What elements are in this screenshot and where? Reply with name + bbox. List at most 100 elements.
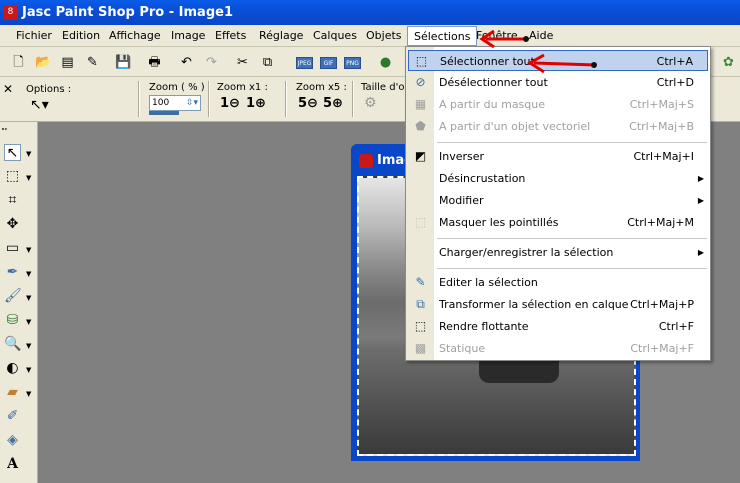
submenu-arrow-icon: ▶ <box>697 196 704 205</box>
jpeg-export-icon[interactable]: JPEG <box>296 57 313 69</box>
menu-item-modify[interactable]: Modifier ▶ <box>408 190 708 211</box>
edit-selection-icon: ✎ <box>415 275 426 289</box>
chevron-down-icon[interactable]: ▼ <box>26 246 31 254</box>
move-tool-icon[interactable]: ✥ <box>4 216 21 233</box>
zoom-in-5-icon[interactable]: 5⊕ <box>323 96 343 111</box>
undo-icon[interactable]: ↶ <box>178 54 195 71</box>
chevron-down-icon[interactable]: ▼ <box>26 294 31 302</box>
from-vector-icon: ⬟ <box>415 119 426 133</box>
dodge-tool-icon[interactable]: ◐ <box>4 360 21 377</box>
menu-affichage[interactable]: Affichage <box>109 29 161 42</box>
selection-tool-icon[interactable]: ▭ <box>4 240 21 257</box>
app-icon: 8 <box>3 5 18 20</box>
scanner-icon[interactable]: ✎ <box>84 54 101 71</box>
menu-reglage[interactable]: Réglage <box>259 29 303 42</box>
gif-export-icon[interactable]: GIF <box>320 57 337 69</box>
menu-item-from-mask[interactable]: ▦ A partir du masque Ctrl+Maj+S <box>408 94 708 115</box>
paint-brush-icon[interactable]: 🖌 <box>4 288 22 305</box>
plugin-icon[interactable]: ✿ <box>720 54 737 71</box>
window-title: Jasc Paint Shop Pro - Image1 <box>22 5 234 20</box>
picture-tube-icon[interactable]: ✐ <box>4 408 21 425</box>
png-export-icon[interactable]: PNG <box>344 57 361 69</box>
pointer-preset-icon[interactable]: ↖▾ <box>30 97 49 113</box>
deselect-icon: ⊘ <box>415 75 426 89</box>
clone-tool-icon[interactable]: ⛁ <box>4 312 21 329</box>
zoom-spinner-icon[interactable]: ⇳▾ <box>186 96 198 110</box>
menu-item-float[interactable]: ⬚ Rendre flottante Ctrl+F <box>408 316 708 337</box>
zoom-in-1-icon[interactable]: 1⊕ <box>246 96 266 111</box>
menu-separator <box>437 142 707 143</box>
save-icon[interactable]: 💾 <box>115 54 132 71</box>
selections-dropdown: ⬚ Sélectionner tout Ctrl+A ⊘ Désélectionner… <box>405 46 711 361</box>
menu-aide[interactable]: Aide <box>529 29 553 42</box>
zoom-out-1-icon[interactable]: 1⊖ <box>220 96 240 111</box>
marquee-tool-icon[interactable]: ⬚ <box>4 168 21 185</box>
red-arrow-annotation <box>479 29 529 49</box>
divider <box>352 81 354 117</box>
copy-icon[interactable]: ⧉ <box>259 54 276 71</box>
menu-item-load-save[interactable]: Charger/enregistrer la sélection ▶ <box>408 242 708 263</box>
menu-item-from-vector[interactable]: ⬟ A partir d'un objet vectoriel Ctrl+Maj+B <box>408 116 708 137</box>
text-tool-icon[interactable]: A <box>4 456 21 473</box>
menu-objets[interactable]: Objets <box>366 29 402 42</box>
submenu-arrow-icon: ▶ <box>697 174 704 183</box>
cut-icon[interactable]: ✂ <box>234 54 251 71</box>
invert-icon: ◩ <box>414 149 427 163</box>
zoom-percent-label: Zoom ( % ) <box>149 82 205 93</box>
menu-effets[interactable]: Effets <box>215 29 246 42</box>
title-bar: Jasc Paint Shop Pro - Image1 <box>0 0 740 25</box>
fill-tool-icon[interactable]: ◈ <box>4 432 21 449</box>
zoom-x1-label: Zoom x1 : <box>217 82 268 93</box>
promote-layer-icon: ⧉ <box>416 297 425 311</box>
menu-image[interactable]: Image <box>171 29 205 42</box>
menu-calques[interactable]: Calques <box>313 29 357 42</box>
menu-item-promote-layer[interactable]: ⧉ Transformer la sélection en calque Ctrl+… <box>408 294 708 315</box>
print-icon[interactable]: 🖶 <box>146 54 163 71</box>
eraser-tool-icon[interactable]: ▰ <box>4 384 21 401</box>
options-label: Options : <box>26 84 72 95</box>
menu-item-matting[interactable]: Désincrustation ▶ <box>408 168 708 189</box>
crop-tool-icon[interactable]: ⌗ <box>4 192 21 209</box>
chevron-down-icon[interactable]: ▼ <box>26 270 31 278</box>
menu-item-defloat[interactable]: ▩ Statique Ctrl+Maj+F <box>408 338 708 359</box>
chevron-down-icon[interactable]: ▼ <box>26 366 31 374</box>
original-size-icon[interactable]: ⚙ <box>364 95 377 111</box>
hide-marquee-icon: ⬚ <box>414 215 427 229</box>
float-icon: ⬚ <box>414 319 427 333</box>
submenu-arrow-icon: ▶ <box>697 248 704 257</box>
pointer-tool-icon[interactable]: ↖ <box>4 144 21 161</box>
divider <box>138 81 140 117</box>
zoom-out-5-icon[interactable]: 5⊖ <box>298 96 318 111</box>
zoom-tool-icon[interactable]: 🔍 <box>4 336 21 353</box>
zoom-x5-label: Zoom x5 : <box>296 82 347 93</box>
close-options-icon[interactable]: ✕ <box>3 82 13 96</box>
defloat-icon: ▩ <box>414 341 427 355</box>
web-icon[interactable]: ● <box>377 54 394 71</box>
zoom-input[interactable]: 100 ⇳▾ <box>149 95 201 111</box>
menu-item-edit-selection[interactable]: ✎ Editer la sélection <box>408 272 708 293</box>
chevron-down-icon[interactable]: ▼ <box>26 150 31 158</box>
menu-separator <box>437 268 707 269</box>
chevron-down-icon[interactable]: ▼ <box>26 318 31 326</box>
chevron-down-icon[interactable]: ▼ <box>26 342 31 350</box>
menu-item-invert[interactable]: ◩ Inverser Ctrl+Maj+I <box>408 146 708 167</box>
menu-bar: Fichier Edition Affichage Image Effets R… <box>0 25 740 47</box>
divider <box>208 81 210 117</box>
zoom-slider[interactable] <box>149 111 179 115</box>
chevron-down-icon[interactable]: ▼ <box>26 390 31 398</box>
menu-selections[interactable]: Sélections <box>407 26 478 46</box>
menu-fichier[interactable]: Fichier <box>16 29 52 42</box>
chevron-down-icon[interactable]: ▼ <box>26 174 31 182</box>
menu-item-hide-marquee[interactable]: ⬚ Masquer les pointillés Ctrl+Maj+M <box>408 212 708 233</box>
select-all-icon: ⬚ <box>415 54 428 68</box>
new-file-icon[interactable]: 🗋 <box>10 54 27 71</box>
dropper-tool-icon[interactable]: ✒ <box>4 264 21 281</box>
divider <box>285 81 287 117</box>
browse-icon[interactable]: ▤ <box>59 54 76 71</box>
red-arrow-annotation <box>527 53 597 74</box>
open-icon[interactable]: 📂 <box>35 54 52 71</box>
menu-edition[interactable]: Edition <box>62 29 100 42</box>
tools-palette: ↖ ▼ ⬚ ▼ ⌗ ✥ ▭ ▼ ✒ ▼ 🖌 ▼ ⛁ ▼ 🔍 ▼ ◐ ▼ ▰ ▼ ✐ ◈ A <box>0 122 38 483</box>
palette-grip[interactable] <box>2 128 7 130</box>
redo-icon[interactable]: ↷ <box>203 54 220 71</box>
